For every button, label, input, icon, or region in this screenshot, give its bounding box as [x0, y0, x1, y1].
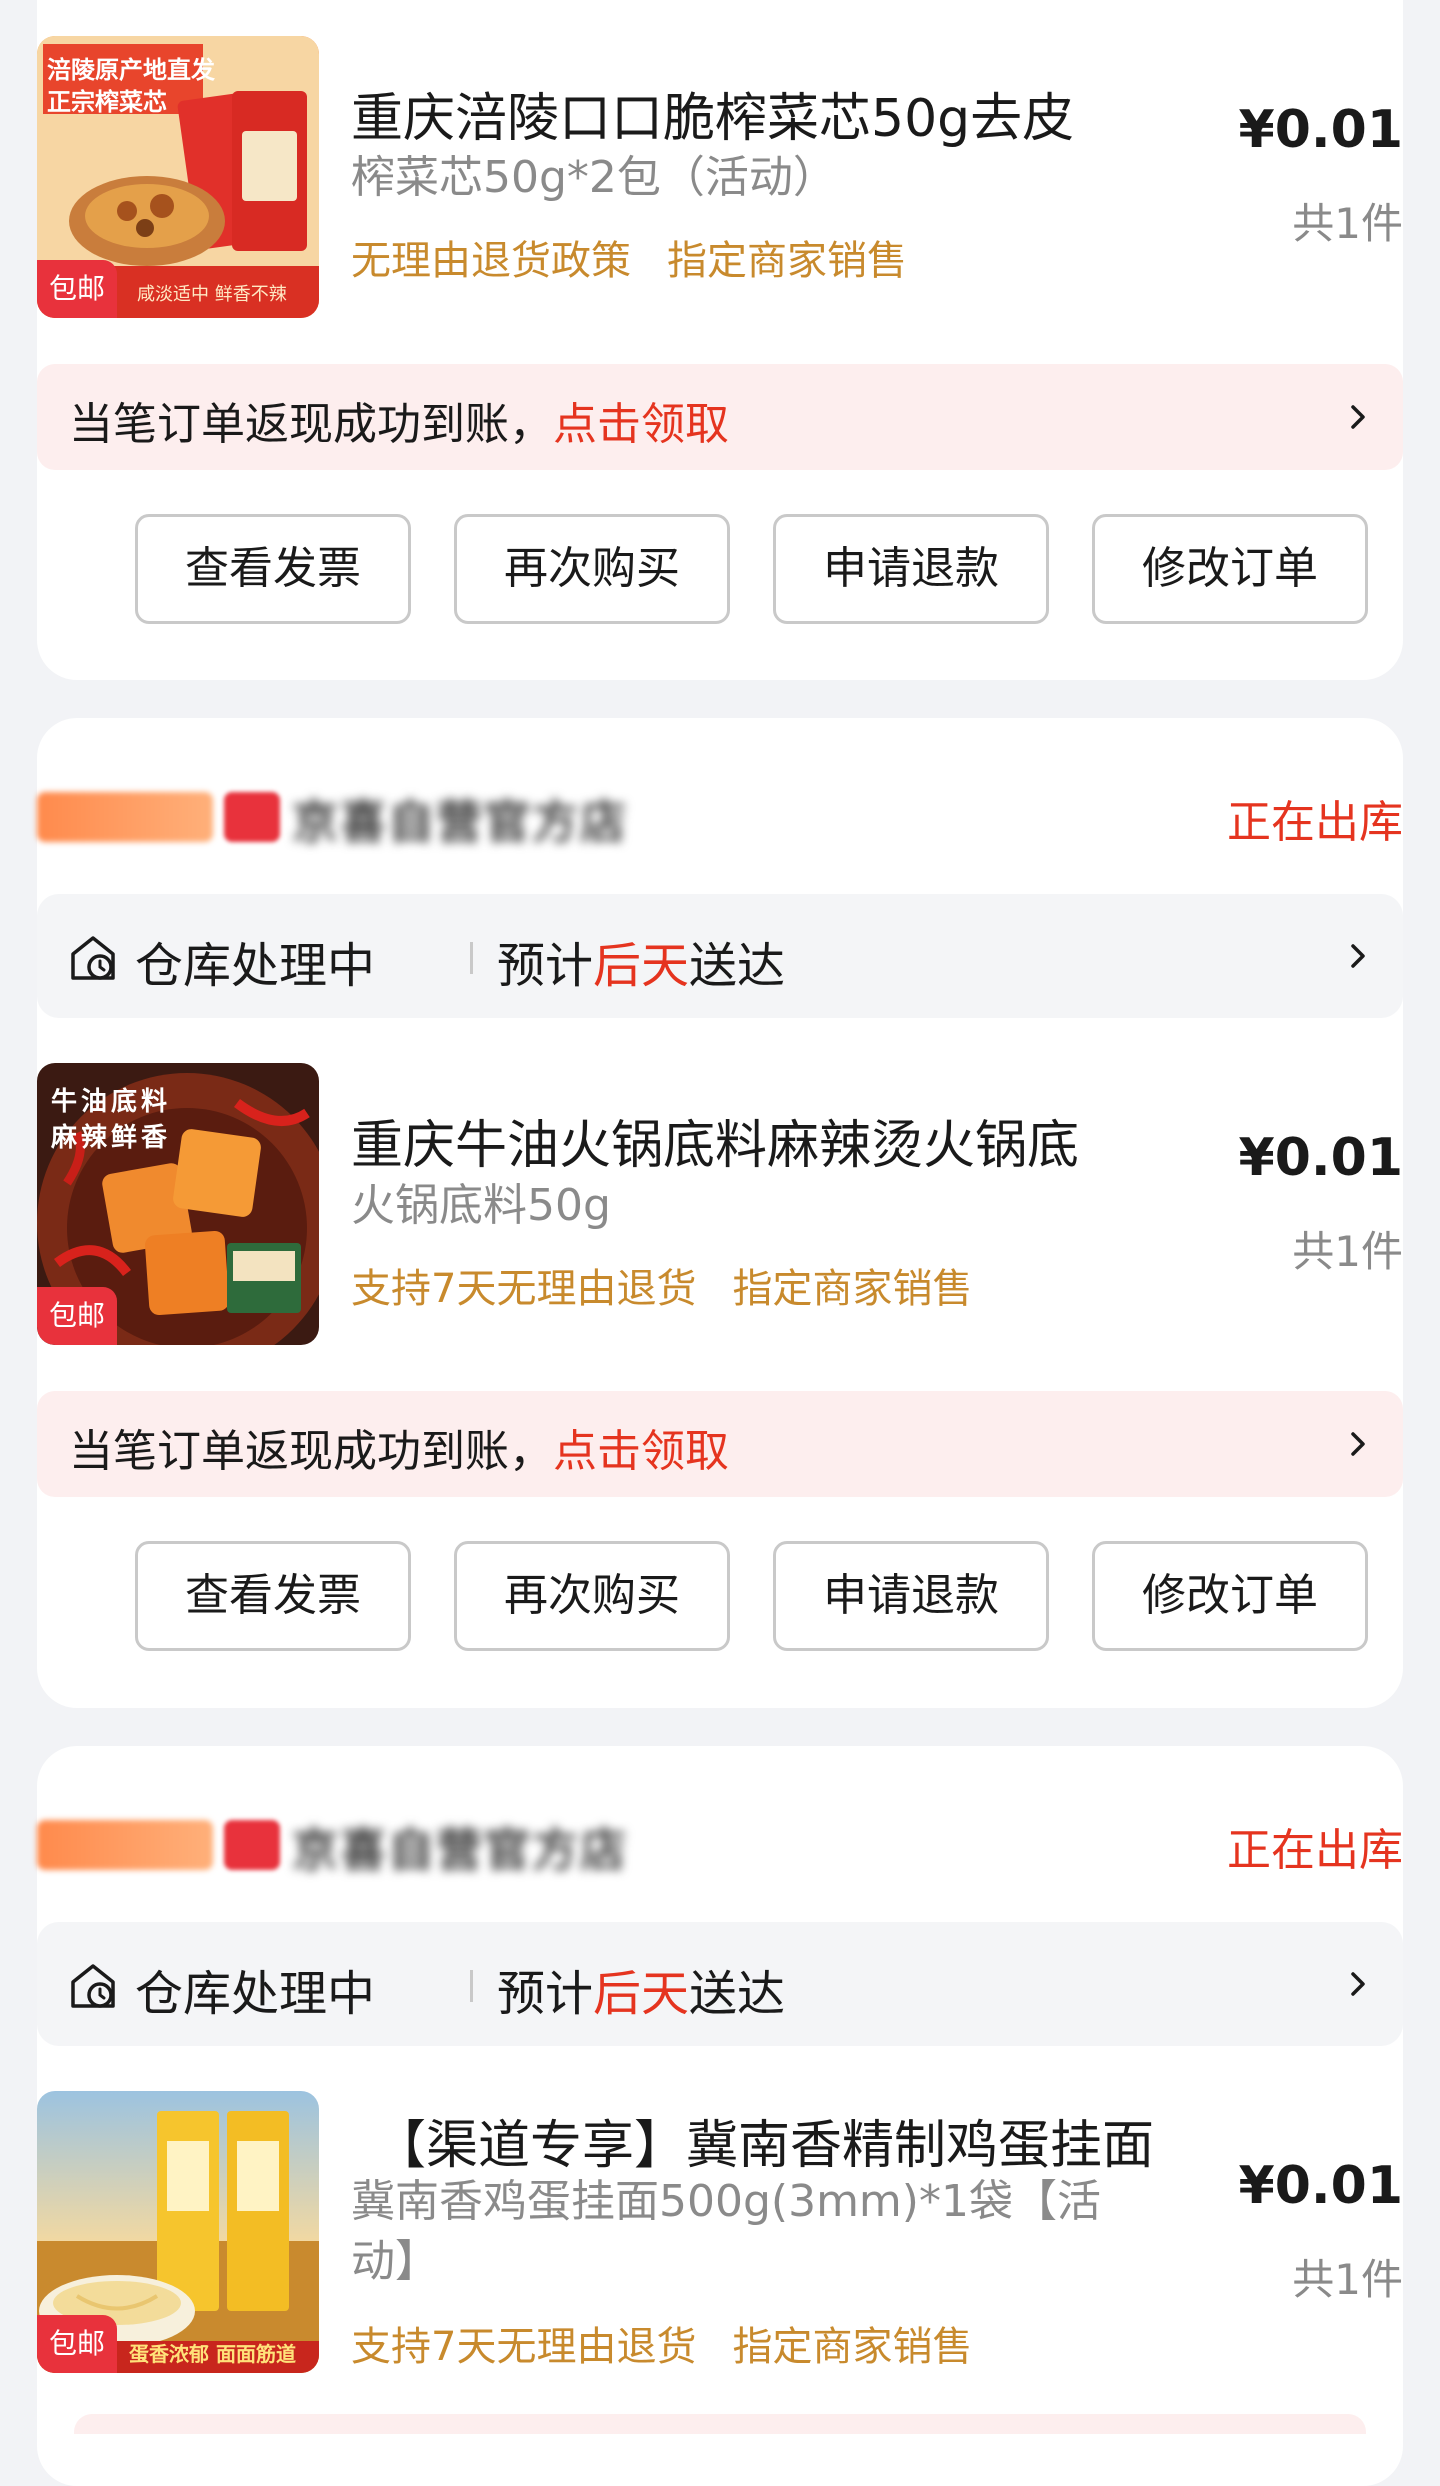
- eta-suffix: 送达: [689, 938, 786, 994]
- shop-logo: [224, 792, 280, 842]
- product-image[interactable]: 蛋香浓郁 面面筋道 包邮: [37, 2091, 319, 2373]
- product-quantity: 共1件: [1292, 2255, 1403, 2304]
- order-status: 正在出库: [1227, 1825, 1403, 1876]
- request-refund-button[interactable]: 申请退款: [773, 514, 1049, 624]
- delivery-eta: 预计后天送达: [497, 1954, 785, 2024]
- shipping-status-bar[interactable]: 仓库处理中 预计后天送达: [37, 1922, 1403, 2046]
- product-tags: 支持7天无理由退货 指定商家销售: [351, 1256, 972, 1314]
- tag-return-policy: 无理由退货政策: [351, 238, 631, 284]
- cashback-banner[interactable]: 当笔订单返现成功到账，点击领取: [37, 364, 1403, 470]
- product-tags: 无理由退货政策 指定商家销售: [351, 228, 907, 286]
- warehouse-clock-icon: [71, 1964, 115, 2008]
- product-price: ¥0.01: [1238, 2156, 1403, 2216]
- product-quantity: 共1件: [1292, 199, 1403, 248]
- product-quantity: 共1件: [1292, 1227, 1403, 1276]
- product-spec: 冀南香鸡蛋挂面500g(3mm)*1袋【活动】: [351, 2176, 1101, 2287]
- shipping-status-bar[interactable]: 仓库处理中 预计后天送达: [37, 894, 1403, 1018]
- shop-name[interactable]: 京喜自营官方店: [292, 1814, 628, 1880]
- free-shipping-badge: 包邮: [37, 1287, 117, 1345]
- cashback-text: 当笔订单返现成功到账，: [69, 1426, 553, 1477]
- tag-designated-seller: 指定商家销售: [667, 238, 907, 284]
- shop-badge: [37, 1820, 213, 1870]
- image-banner-line2: 正宗榨菜芯: [47, 88, 167, 116]
- shop-name[interactable]: 京喜自营官方店: [292, 786, 628, 852]
- shop-header[interactable]: 京喜自营官方店 正在出库: [37, 782, 1403, 849]
- tag-return-policy: 支持7天无理由退货: [351, 1266, 697, 1312]
- eta-day: 后天: [593, 1966, 690, 2022]
- product-price: ¥0.01: [1238, 100, 1403, 160]
- delivery-eta: 预计后天送达: [497, 926, 785, 996]
- product-price: ¥0.01: [1238, 1128, 1403, 1188]
- shop-logo: [224, 1820, 280, 1870]
- view-invoice-button[interactable]: 查看发票: [135, 1541, 411, 1651]
- product-spec: 火锅底料50g: [351, 1180, 611, 1231]
- warehouse-status: 仓库处理中: [135, 1966, 376, 2022]
- cashback-banner[interactable]: 当笔订单返现成功到账，点击领取: [37, 1391, 1403, 1497]
- cashback-banner-partial: [74, 2414, 1366, 2434]
- image-banner-line1: 涪陵原产地直发: [47, 56, 215, 84]
- shop-badge: [37, 792, 213, 842]
- eta-day: 后天: [593, 938, 690, 994]
- product-image[interactable]: 涪陵原产地直发 正宗榨菜芯 咸淡适中 鲜香不辣 包邮: [37, 36, 319, 318]
- request-refund-button[interactable]: 申请退款: [773, 1541, 1049, 1651]
- shop-header[interactable]: 京喜自营官方店 正在出库: [37, 1810, 1403, 1877]
- modify-order-button[interactable]: 修改订单: [1092, 1541, 1368, 1651]
- cashback-claim-link[interactable]: 点击领取: [553, 399, 729, 450]
- buy-again-button[interactable]: 再次购买: [454, 1541, 730, 1651]
- cashback-message: 当笔订单返现成功到账，点击领取: [69, 388, 729, 452]
- warehouse-clock-icon: [71, 936, 115, 980]
- order-status: 正在出库: [1227, 797, 1403, 848]
- divider: [470, 942, 473, 974]
- product-spec: 榨菜芯50g*2包（活动）: [351, 152, 837, 203]
- warehouse-status: 仓库处理中: [135, 938, 376, 994]
- product-title[interactable]: 重庆涪陵口口脆榨菜芯50g去皮: [351, 76, 1074, 151]
- cashback-message: 当笔订单返现成功到账，点击领取: [69, 1415, 729, 1479]
- order-actions: 查看发票 再次购买 申请退款 修改订单: [98, 514, 1368, 624]
- chevron-right-icon: [1351, 1972, 1365, 1996]
- buy-again-button[interactable]: 再次购买: [454, 514, 730, 624]
- product-tags: 支持7天无理由退货 指定商家销售: [351, 2314, 972, 2372]
- tag-designated-seller: 指定商家销售: [732, 2324, 973, 2370]
- tag-designated-seller: 指定商家销售: [732, 1266, 973, 1312]
- view-invoice-button[interactable]: 查看发票: [135, 514, 411, 624]
- image-banner-line2: 麻辣鲜香: [51, 1123, 172, 1153]
- chevron-right-icon: [1351, 405, 1365, 429]
- image-footer-text: 蛋香浓郁 面面筋道: [129, 2342, 296, 2366]
- modify-order-button[interactable]: 修改订单: [1092, 514, 1368, 624]
- divider: [470, 1970, 473, 2002]
- free-shipping-badge: 包邮: [37, 2315, 117, 2373]
- order-actions: 查看发票 再次购买 申请退款 修改订单: [98, 1541, 1368, 1651]
- cashback-claim-link[interactable]: 点击领取: [553, 1426, 729, 1477]
- tag-return-policy: 支持7天无理由退货: [351, 2324, 697, 2370]
- image-banner-line1: 牛油底料: [51, 1087, 172, 1117]
- chevron-right-icon: [1351, 944, 1365, 968]
- image-footer-text: 咸淡适中 鲜香不辣: [137, 284, 287, 305]
- cashback-text: 当笔订单返现成功到账，: [69, 399, 553, 450]
- free-shipping-badge: 包邮: [37, 260, 117, 318]
- product-image[interactable]: 牛油底料 麻辣鲜香 包邮: [37, 1063, 319, 1345]
- product-title[interactable]: 【渠道专享】冀南香精制鸡蛋挂面: [374, 2103, 1154, 2178]
- chevron-right-icon: [1351, 1432, 1365, 1456]
- product-title[interactable]: 重庆牛油火锅底料麻辣烫火锅底: [351, 1103, 1079, 1178]
- eta-prefix: 预计: [497, 1966, 594, 2022]
- eta-suffix: 送达: [689, 1966, 786, 2022]
- eta-prefix: 预计: [497, 938, 594, 994]
